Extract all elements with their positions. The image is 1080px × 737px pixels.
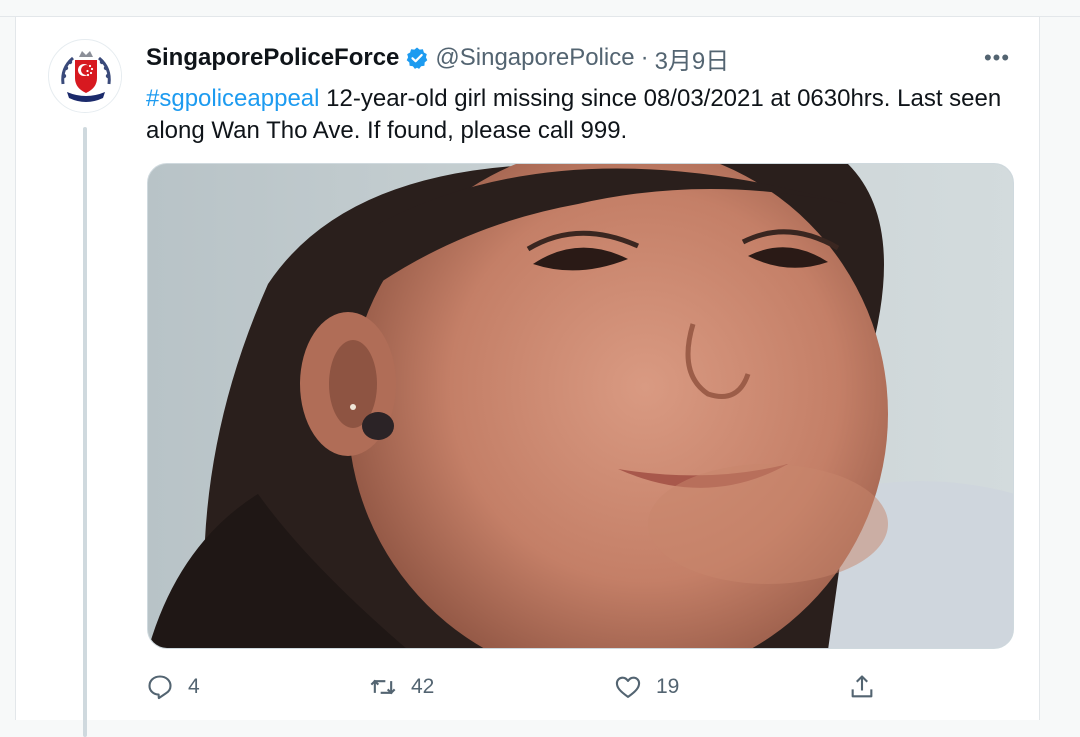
retweet-icon (370, 679, 396, 695)
top-background-strip (0, 0, 1080, 17)
more-options-button[interactable]: ••• (984, 43, 1010, 73)
reply-button[interactable]: 4 (146, 667, 200, 707)
tweet-card[interactable]: SingaporePoliceForce @SingaporePolice · … (15, 17, 1040, 737)
reply-icon (148, 675, 172, 700)
tweet-text: #sgpoliceappeal 12-year-old girl missing… (146, 83, 1026, 147)
tweet-date[interactable]: 3月9日 (655, 41, 730, 76)
share-icon (851, 675, 873, 698)
verified-badge-icon (407, 47, 428, 69)
thread-connector-line (83, 127, 87, 737)
author-avatar[interactable] (48, 39, 122, 113)
tweet-header: SingaporePoliceForce @SingaporePolice · … (146, 41, 729, 75)
retweet-count: 42 (411, 675, 435, 698)
more-icon: ••• (983, 45, 1011, 70)
reply-count: 4 (188, 675, 200, 698)
hashtag-link[interactable]: #sgpoliceappeal (146, 85, 319, 112)
police-crest-icon (50, 41, 121, 112)
author-handle[interactable]: @SingaporePolice (435, 44, 634, 72)
author-display-name[interactable]: SingaporePoliceForce (146, 44, 399, 72)
share-button[interactable] (848, 667, 876, 707)
tweet-media-photo[interactable] (147, 163, 1014, 649)
like-count: 19 (656, 675, 680, 698)
header-separator: · (640, 44, 649, 71)
heart-icon (615, 676, 641, 698)
tweet-actions-bar: 4 42 19 (146, 667, 906, 707)
photo-of-missing-girl (148, 164, 1013, 648)
retweet-button[interactable]: 42 (369, 667, 434, 707)
like-button[interactable]: 19 (614, 667, 679, 707)
